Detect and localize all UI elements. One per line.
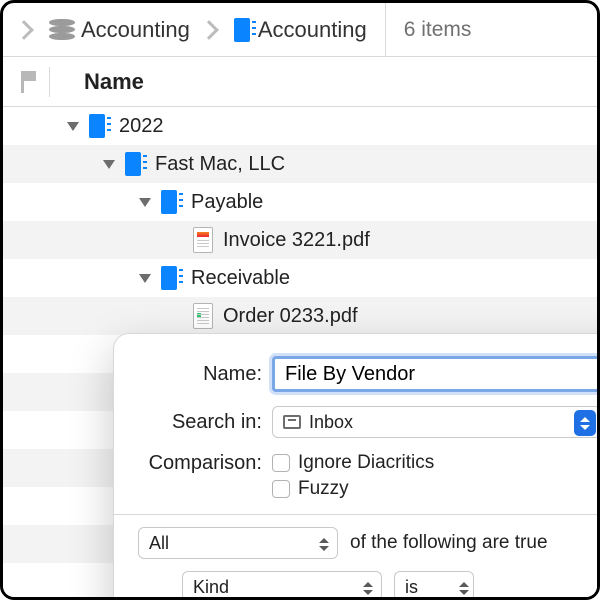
group-icon[interactable] <box>234 18 256 42</box>
database-stack-icon[interactable] <box>49 19 75 41</box>
disclosure-down-icon[interactable] <box>139 198 151 207</box>
search-in-label: Search in: <box>132 411 272 434</box>
rule-name-input[interactable] <box>272 356 600 392</box>
fuzzy-checkbox[interactable] <box>272 480 290 498</box>
select-stepper-icon[interactable] <box>574 410 596 436</box>
pdf-order-icon <box>193 303 213 329</box>
inbox-icon <box>283 415 301 429</box>
disclosure-down-icon[interactable] <box>103 160 115 169</box>
tree-label: Fast Mac, LLC <box>155 153 285 176</box>
group-icon <box>125 152 147 176</box>
rule-kind-value: Kind <box>193 577 229 598</box>
group-icon <box>161 190 183 214</box>
disclosure-down-icon[interactable] <box>67 122 79 131</box>
chevron-right-icon[interactable] <box>14 20 34 40</box>
column-header-name[interactable]: Name <box>84 69 144 95</box>
disclosure-down-icon[interactable] <box>139 274 151 283</box>
select-stepper-icon[interactable] <box>363 578 373 598</box>
panel-divider <box>114 514 600 515</box>
chevron-right-icon <box>199 20 219 40</box>
column-header-row: Name <box>3 57 597 107</box>
tree-row-invoice[interactable]: Invoice 3221.pdf <box>3 221 597 259</box>
ignore-diacritics-label: Ignore Diacritics <box>298 452 434 474</box>
rule-is-value: is <box>405 577 418 598</box>
tree-row-receivable[interactable]: Receivable <box>3 259 597 297</box>
rule-kind-select[interactable]: Kind <box>182 571 382 600</box>
tree-row-payable[interactable]: Payable <box>3 183 597 221</box>
flag-column-icon[interactable] <box>17 69 39 95</box>
breadcrumb-database[interactable]: Accounting <box>81 17 190 43</box>
group-icon <box>161 266 183 290</box>
fuzzy-label: Fuzzy <box>298 478 349 500</box>
tree-label: 2022 <box>119 115 164 138</box>
path-toolbar: Accounting Accounting 6 items <box>3 3 597 57</box>
name-label: Name: <box>132 363 272 386</box>
search-in-value: Inbox <box>309 412 353 433</box>
item-count: 6 items <box>385 3 490 57</box>
tree-row-year[interactable]: 2022 <box>3 107 597 145</box>
search-in-select[interactable]: Inbox <box>272 406 600 438</box>
tree-label: Invoice 3221.pdf <box>223 229 370 252</box>
tree-label: Payable <box>191 191 263 214</box>
pdf-invoice-icon <box>193 227 213 253</box>
select-stepper-icon[interactable] <box>459 578 469 598</box>
comparison-label: Comparison: <box>132 452 272 475</box>
column-separator <box>49 67 50 97</box>
group-icon <box>89 114 111 138</box>
rule-all-value: All <box>149 533 169 554</box>
tree-label: Receivable <box>191 267 290 290</box>
ignore-diacritics-checkbox[interactable] <box>272 454 290 472</box>
rule-is-select[interactable]: is <box>394 571 474 600</box>
rule-following-text: of the following are true <box>350 532 548 554</box>
rule-all-select[interactable]: All <box>138 527 338 559</box>
tree-label: Order 0233.pdf <box>223 305 358 328</box>
breadcrumb-group[interactable]: Accounting <box>258 17 367 43</box>
select-stepper-icon[interactable] <box>319 534 329 554</box>
smart-rule-panel: Name: Search in: Inbox E Comparison: Ign… <box>113 333 600 600</box>
tree-row-company[interactable]: Fast Mac, LLC <box>3 145 597 183</box>
tree-row-order[interactable]: Order 0233.pdf <box>3 297 597 335</box>
